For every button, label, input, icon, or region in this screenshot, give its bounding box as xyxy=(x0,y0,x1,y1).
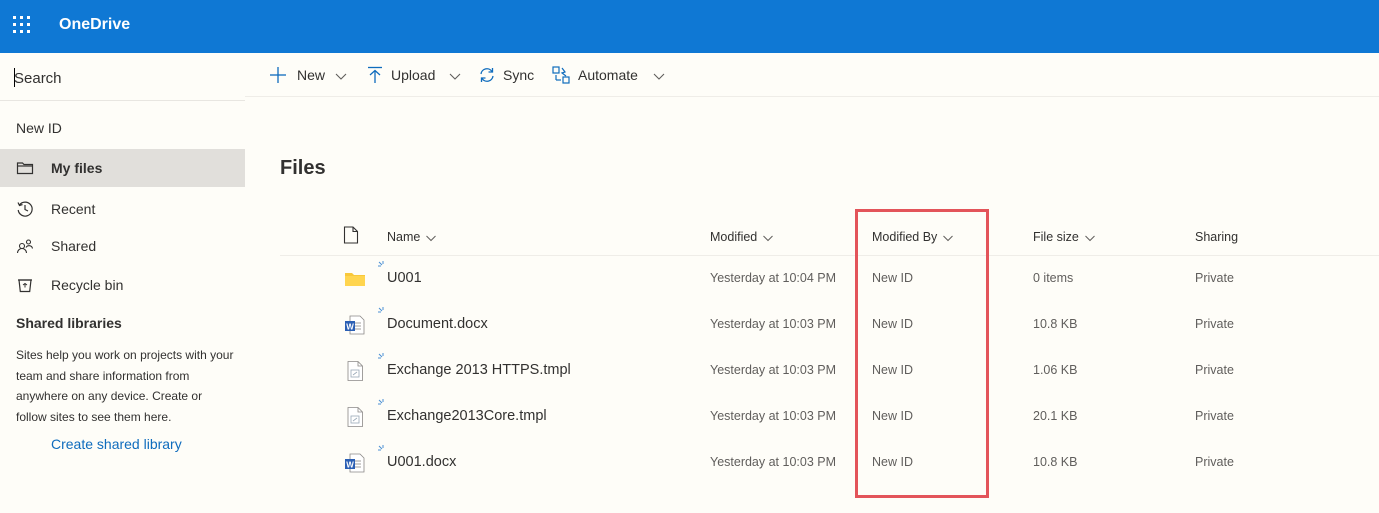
page-title: Files xyxy=(280,157,326,179)
chevron-down-icon xyxy=(763,235,774,241)
modified-cell: Yesterday at 10:03 PM xyxy=(710,455,837,469)
file-type-icon[interactable] xyxy=(343,226,359,244)
file-row[interactable]: W U001.docx Yesterday at 10:03 PM New ID… xyxy=(280,440,1379,486)
file-name[interactable]: U001.docx xyxy=(387,454,456,470)
chevron-down-icon xyxy=(653,73,665,80)
sharing-cell: Private xyxy=(1195,271,1234,285)
upload-icon xyxy=(368,66,382,83)
folder-icon xyxy=(345,273,365,286)
file-size-cell: 20.1 KB xyxy=(1033,409,1078,423)
file-name[interactable]: Exchange2013Core.tmpl xyxy=(387,408,547,424)
automate-flow-icon xyxy=(552,66,570,84)
generic-file-icon xyxy=(347,407,363,427)
chevron-down-icon xyxy=(335,73,347,80)
sidebar-item-label: Recycle bin xyxy=(51,277,124,293)
word-doc-icon: W xyxy=(345,315,365,335)
modified-by-cell: New ID xyxy=(872,409,913,423)
upload-button[interactable]: Upload xyxy=(365,53,465,97)
recycle-bin-icon xyxy=(18,279,32,293)
plus-icon xyxy=(270,67,286,83)
modified-cell: Yesterday at 10:03 PM xyxy=(710,363,837,377)
command-bar: New Upload Sync Automate xyxy=(245,53,1379,97)
file-row[interactable]: Exchange 2013 HTTPS.tmpl Yesterday at 10… xyxy=(280,348,1379,394)
automate-button-label: Automate xyxy=(578,67,638,83)
clock-history-icon xyxy=(17,201,33,217)
sync-button[interactable]: Sync xyxy=(477,53,537,97)
file-list-header: Name Modified Modified By File size Shar… xyxy=(280,218,1379,256)
file-name[interactable]: U001 xyxy=(387,270,422,286)
app-launcher-icon[interactable] xyxy=(11,14,33,36)
modified-by-cell: New ID xyxy=(872,363,913,377)
sharing-cell: Private xyxy=(1195,409,1234,423)
file-row[interactable]: U001 Yesterday at 10:04 PM New ID 0 item… xyxy=(280,256,1379,302)
sync-button-label: Sync xyxy=(503,67,535,83)
modified-cell: Yesterday at 10:04 PM xyxy=(710,271,837,285)
sidebar-item-recent[interactable]: Recent xyxy=(0,190,245,228)
generic-file-icon xyxy=(347,361,363,381)
modified-cell: Yesterday at 10:03 PM xyxy=(710,317,837,331)
sync-icon xyxy=(480,68,494,82)
file-name[interactable]: Exchange 2013 HTTPS.tmpl xyxy=(387,362,571,378)
sidebar-item-shared[interactable]: Shared xyxy=(0,227,245,265)
upload-button-label: Upload xyxy=(391,67,436,83)
file-size-cell: 10.8 KB xyxy=(1033,317,1078,331)
column-header-label: Modified xyxy=(710,230,758,244)
file-size-cell: 10.8 KB xyxy=(1033,455,1078,469)
create-shared-library-link[interactable]: Create shared library xyxy=(51,436,182,452)
file-size-cell: 0 items xyxy=(1033,271,1074,285)
svg-text:W: W xyxy=(346,323,354,332)
chevron-down-icon xyxy=(943,235,954,241)
word-doc-icon: W xyxy=(345,453,365,473)
chevron-down-icon xyxy=(449,73,461,80)
shared-libraries-heading: Shared libraries xyxy=(16,315,122,331)
column-header-label: Name xyxy=(387,230,421,244)
modified-by-cell: New ID xyxy=(872,271,913,285)
file-row[interactable]: W Document.docx Yesterday at 10:03 PM Ne… xyxy=(280,302,1379,348)
sidebar-item-my-files[interactable]: My files xyxy=(0,149,245,187)
new-button-label: New xyxy=(297,67,326,83)
user-name: New ID xyxy=(16,120,62,136)
sidebar-item-recycle-bin[interactable]: Recycle bin xyxy=(0,266,245,304)
column-header-sharing[interactable]: Sharing xyxy=(1195,230,1238,244)
shared-libraries-help-text: Sites help you work on projects with you… xyxy=(16,348,234,424)
column-header-label: Sharing xyxy=(1195,230,1239,244)
column-header-modified[interactable]: Modified xyxy=(710,230,774,244)
people-icon xyxy=(16,239,34,254)
file-size-cell: 1.06 KB xyxy=(1033,363,1078,377)
file-row[interactable]: Exchange2013Core.tmpl Yesterday at 10:03… xyxy=(280,394,1379,440)
new-button[interactable]: New xyxy=(268,53,350,97)
column-header-label: Modified By xyxy=(872,230,938,244)
column-header-modified-by[interactable]: Modified By xyxy=(872,230,954,244)
column-header-name[interactable]: Name xyxy=(387,230,437,244)
column-header-file-size[interactable]: File size xyxy=(1033,230,1095,244)
chevron-down-icon xyxy=(1084,235,1095,241)
sidebar-item-label: Shared xyxy=(51,238,97,254)
top-bar: OneDrive xyxy=(0,0,1379,53)
search-box xyxy=(0,53,245,101)
sidebar-item-label: My files xyxy=(51,160,103,176)
svg-text:W: W xyxy=(346,461,354,470)
modified-by-cell: New ID xyxy=(872,455,913,469)
sharing-cell: Private xyxy=(1195,317,1234,331)
sidebar-item-label: Recent xyxy=(51,201,96,217)
sharing-cell: Private xyxy=(1195,455,1234,469)
modified-by-cell: New ID xyxy=(872,317,913,331)
column-header-label: File size xyxy=(1033,230,1079,244)
chevron-down-icon xyxy=(426,235,437,241)
file-name[interactable]: Document.docx xyxy=(387,316,488,332)
sidebar: New ID My files Recent Shared Recycle xyxy=(0,53,245,513)
sharing-cell: Private xyxy=(1195,363,1234,377)
search-input[interactable] xyxy=(14,67,234,89)
folder-icon xyxy=(16,162,34,175)
modified-cell: Yesterday at 10:03 PM xyxy=(710,409,837,423)
text-caret xyxy=(14,68,15,87)
automate-button[interactable]: Automate xyxy=(551,53,667,97)
app-title[interactable]: OneDrive xyxy=(59,16,130,34)
